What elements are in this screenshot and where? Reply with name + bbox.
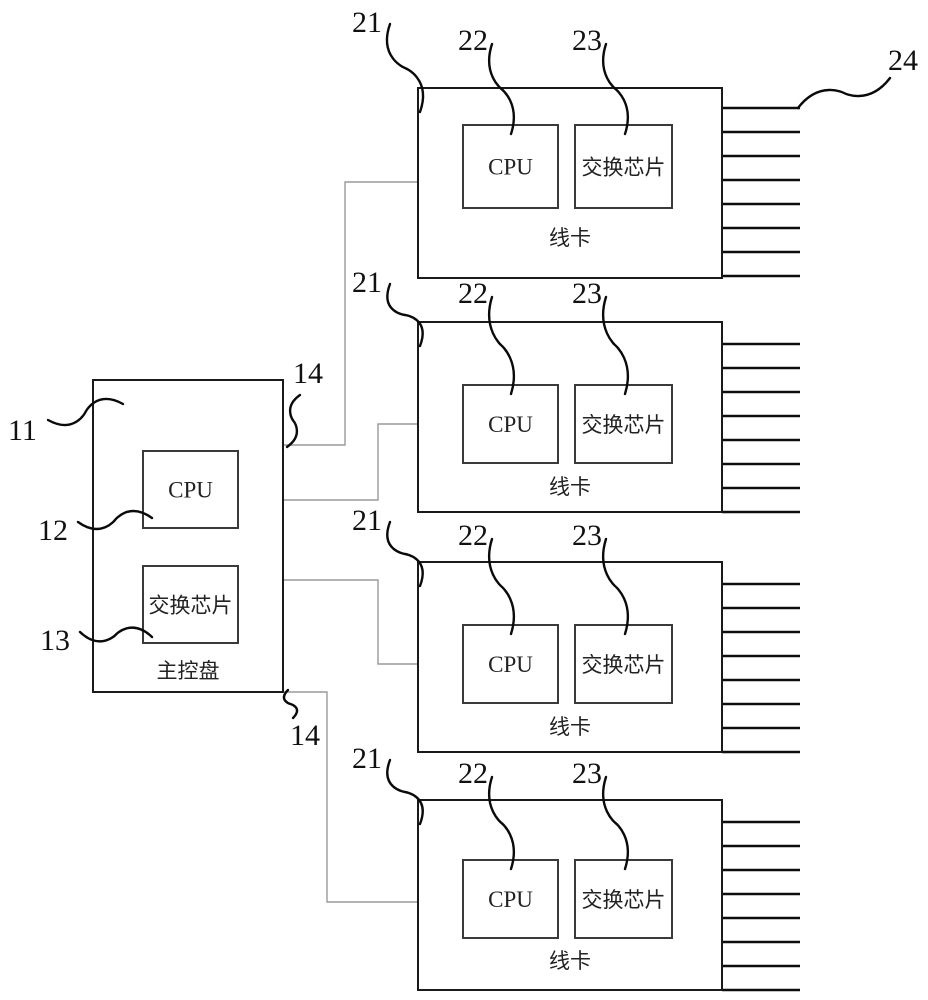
leader-ref-24: [796, 76, 892, 110]
leader-ref-12: [76, 510, 154, 530]
ref-label-13-2: 13: [40, 624, 70, 657]
line-card-1-ref-23: 23: [572, 24, 602, 57]
main-board-cpu-label: CPU: [168, 478, 213, 503]
line-card-4-switch-chip-label: 交换芯片: [582, 888, 666, 912]
line-card-4-ref-21: 21: [352, 742, 382, 775]
line-card-3-ref-21: 21: [352, 504, 382, 537]
line-card-1-cpu-label: CPU: [488, 155, 533, 180]
line-card-4-leader-22: [488, 775, 515, 871]
line-card-2-ref-21: 21: [352, 266, 382, 299]
line-card-3-switch-chip-label: 交换芯片: [582, 653, 666, 677]
line-card-4-cpu-label: CPU: [488, 887, 533, 912]
line-card-3-cpu-label: CPU: [488, 652, 533, 677]
line-card-2-ref-23: 23: [572, 277, 602, 310]
line-card-1-switch-chip-label: 交换芯片: [582, 156, 666, 180]
line-card-2-leader-22: [488, 295, 515, 396]
line-card-4-leader-23: [602, 775, 629, 871]
ref-label-12-1: 12: [38, 514, 68, 547]
line-card-1-ref-22: 22: [458, 24, 488, 57]
leader-ref-11: [46, 397, 125, 427]
line-card-4-label: 线卡: [549, 949, 591, 973]
line-card-1-ref-21: 21: [352, 6, 382, 39]
conn-board-to-card-2: [283, 423, 418, 501]
ref-label-14-0: 14: [293, 357, 323, 390]
line-card-3-label: 线卡: [549, 715, 591, 739]
main-board-switch-chip-label: 交换芯片: [149, 594, 233, 618]
line-card-1-label: 线卡: [549, 226, 591, 250]
leader-ref-14-lower: [282, 688, 299, 720]
ref-label-24: 24: [888, 44, 918, 77]
line-card-2-ref-22: 22: [458, 277, 488, 310]
main-board-label: 主控盘: [157, 659, 220, 683]
port-lines-group: [722, 106, 800, 992]
main-control-board: [92, 379, 284, 693]
line-card-2-switch-chip-label: 交换芯片: [582, 413, 666, 437]
line-card-3-ref-23: 23: [572, 519, 602, 552]
patent-figure-canvas: 主控盘 CPU 交换芯片 11 12 13 14 14 线卡 CPU 交换芯片 21 22 23 24 线卡 C…: [0, 0, 928, 1000]
line-card-4-ref-23: 23: [572, 757, 602, 790]
ref-label-11-0: 11: [8, 414, 37, 447]
line-card-2-label: 线卡: [549, 475, 591, 499]
line-card-4-ref-22: 22: [458, 757, 488, 790]
leader-ref-14-upper: [285, 393, 302, 449]
line-card-2-leader-23: [602, 295, 629, 396]
leader-ref-13: [78, 626, 154, 643]
conn-board-to-card-3: [283, 579, 418, 665]
line-card-3-leader-22: [488, 537, 515, 636]
ref-label-14-1: 14: [290, 719, 320, 752]
line-card-3-ref-22: 22: [458, 519, 488, 552]
connection-lines-group: [283, 181, 418, 903]
line-card-2-cpu-label: CPU: [488, 412, 533, 437]
line-card-3-leader-23: [602, 537, 629, 636]
reference-leaders-group: [46, 22, 892, 871]
